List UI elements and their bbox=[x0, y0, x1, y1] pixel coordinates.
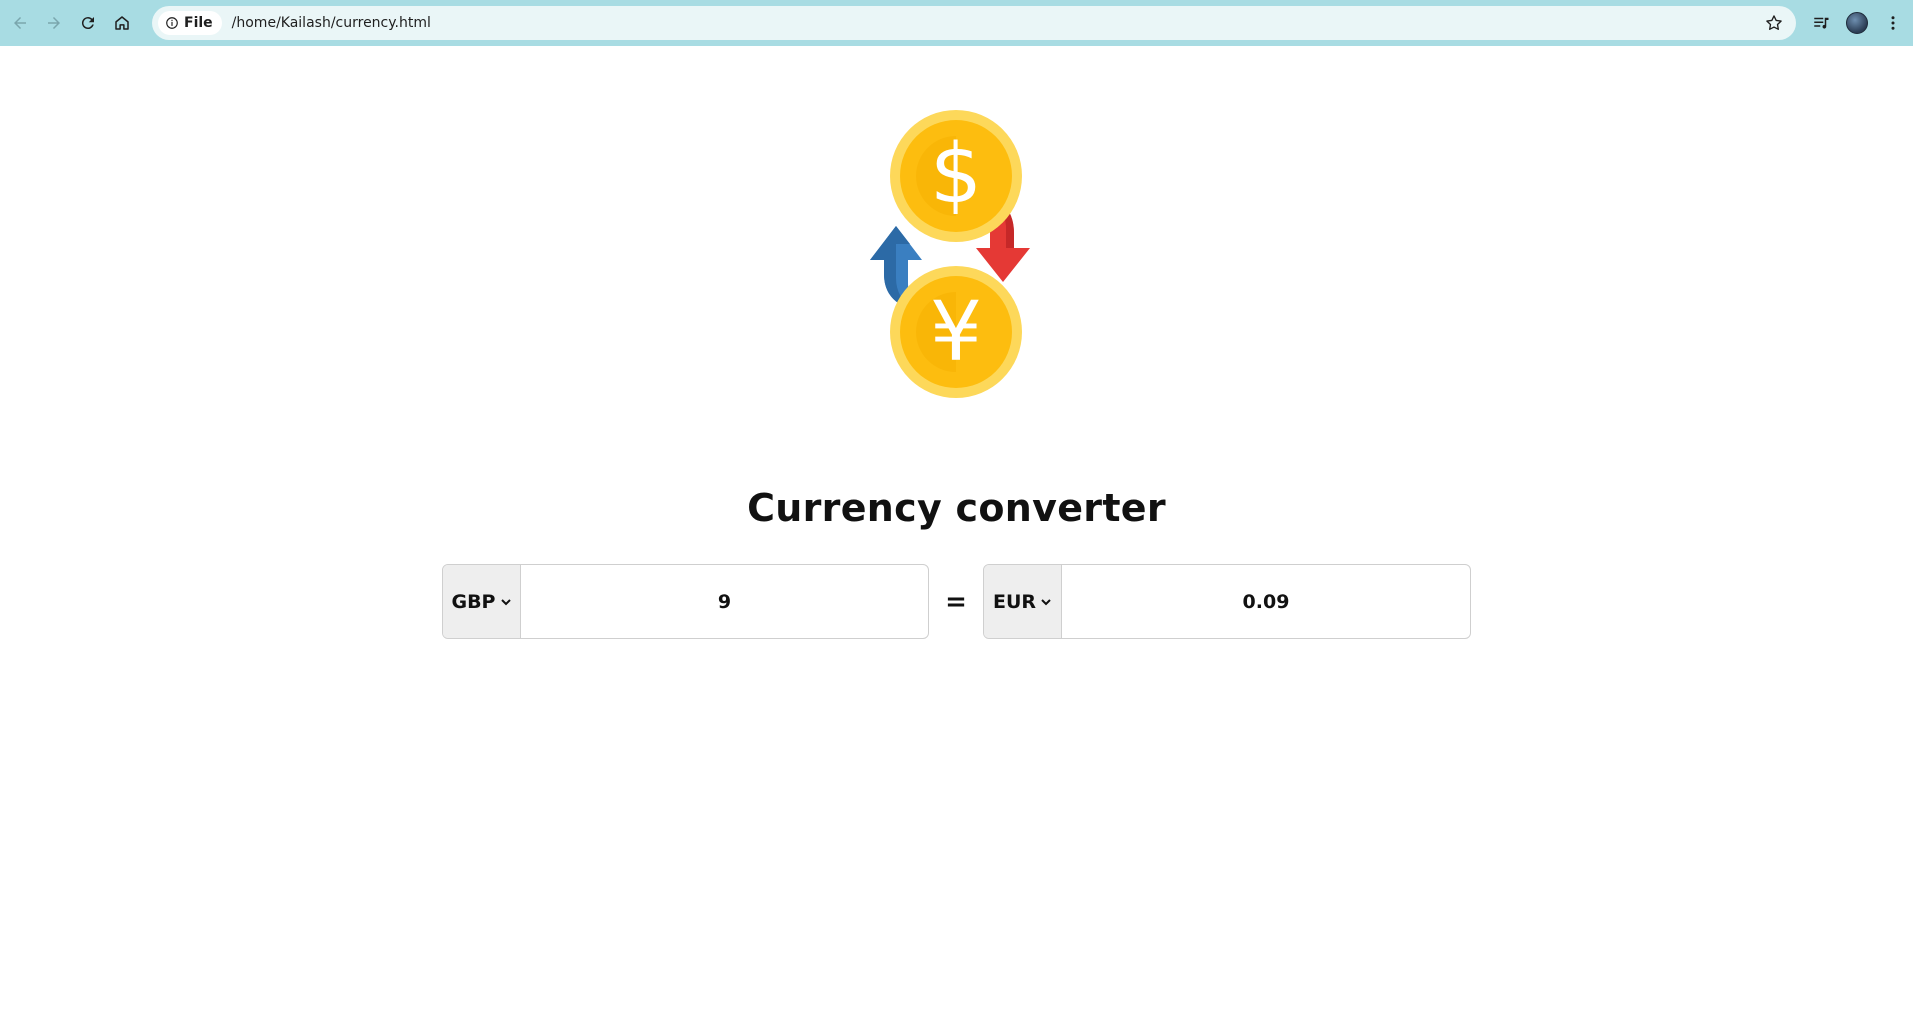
yen-coin: ¥ bbox=[890, 266, 1022, 398]
to-currency-label: EUR bbox=[992, 590, 1037, 613]
menu-button[interactable] bbox=[1875, 5, 1911, 41]
currency-converter: GBP 9 = EUR 0.09 bbox=[442, 564, 1471, 639]
playlist-icon bbox=[1814, 17, 1829, 29]
profile-button[interactable] bbox=[1839, 5, 1875, 41]
svg-text:$: $ bbox=[930, 127, 982, 222]
arrow-left-icon bbox=[14, 17, 26, 29]
to-currency-select[interactable]: EUR bbox=[984, 565, 1062, 638]
home-icon bbox=[115, 16, 129, 30]
avatar bbox=[1846, 12, 1868, 34]
to-group: EUR 0.09 bbox=[983, 564, 1471, 639]
kebab-menu-icon bbox=[1891, 16, 1895, 30]
info-icon bbox=[166, 17, 178, 29]
site-info-chip[interactable]: File bbox=[158, 11, 222, 35]
reload-button[interactable] bbox=[73, 8, 103, 38]
from-amount-input[interactable]: 9 bbox=[521, 565, 928, 638]
bookmark-star-icon[interactable] bbox=[1764, 13, 1784, 33]
from-group: GBP 9 bbox=[442, 564, 929, 639]
url-text[interactable]: /home/Kailash/currency.html bbox=[232, 15, 431, 31]
page-title: Currency converter bbox=[747, 486, 1166, 530]
forward-button[interactable] bbox=[39, 8, 69, 38]
media-control-button[interactable] bbox=[1803, 5, 1839, 41]
arrow-right-icon bbox=[48, 17, 60, 29]
home-button[interactable] bbox=[107, 8, 137, 38]
toolbar-right bbox=[1803, 0, 1913, 46]
chevron-down-icon bbox=[1041, 598, 1051, 605]
back-button[interactable] bbox=[5, 8, 35, 38]
svg-text:¥: ¥ bbox=[930, 285, 982, 380]
equals-sign: = bbox=[945, 586, 967, 617]
currency-exchange-icon: $ ¥ bbox=[870, 110, 1030, 398]
from-currency-label: GBP bbox=[451, 590, 496, 613]
site-chip-label: File bbox=[184, 15, 213, 31]
reload-icon bbox=[81, 17, 94, 30]
to-amount-input[interactable]: 0.09 bbox=[1062, 565, 1470, 638]
chevron-down-icon bbox=[500, 598, 511, 605]
address-bar[interactable]: File /home/Kailash/currency.html bbox=[152, 6, 1796, 40]
browser-toolbar: File /home/Kailash/currency.html bbox=[0, 0, 1913, 46]
dollar-coin: $ bbox=[890, 110, 1022, 242]
from-currency-select[interactable]: GBP bbox=[443, 565, 521, 638]
